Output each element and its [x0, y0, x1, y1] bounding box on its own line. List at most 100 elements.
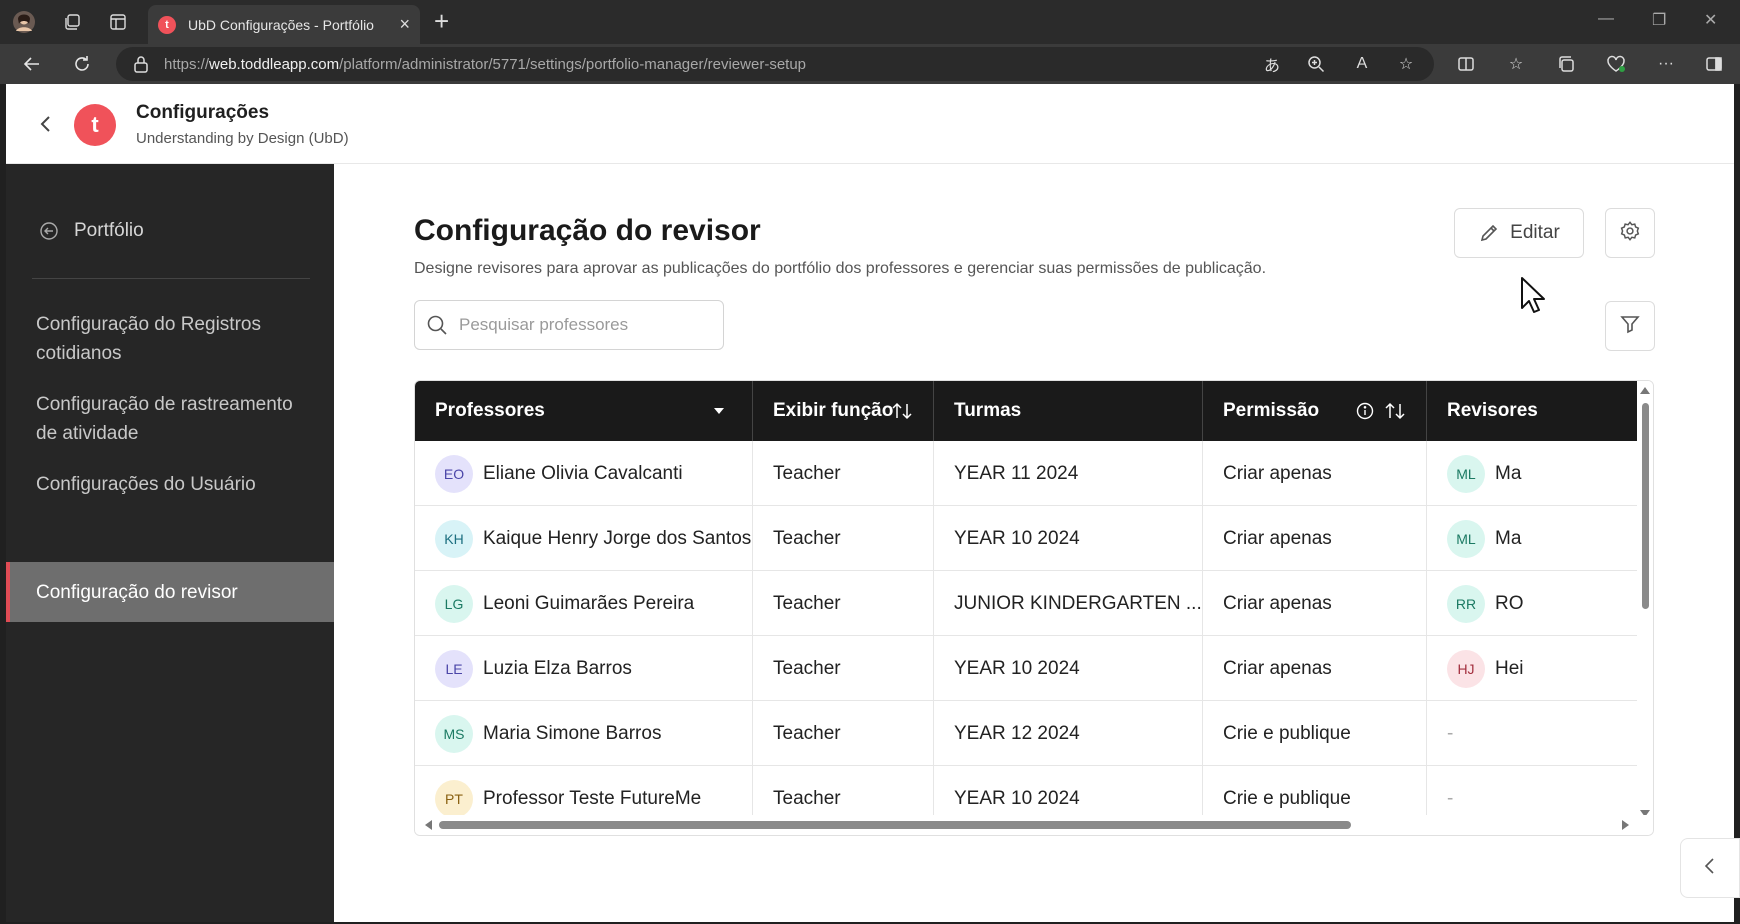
settings-button[interactable] — [1605, 208, 1655, 258]
sidebar-back-link[interactable]: Portfólio — [38, 220, 144, 242]
permission-label: Criar apenas — [1223, 592, 1332, 614]
scrollbar-thumb[interactable] — [1642, 403, 1649, 609]
search-box[interactable] — [414, 300, 724, 350]
cell-classes: YEAR 11 2024 — [934, 441, 1203, 506]
class-label: YEAR 11 2024 — [954, 462, 1079, 484]
more-icon[interactable]: ··· — [1654, 52, 1678, 76]
reviewer-table: Professores Exibir função Turmas Permiss… — [414, 380, 1654, 836]
sidebar-item-daily-records[interactable]: Configuração do Registros cotidianos — [6, 310, 334, 368]
sidebar-item-activity-tracking[interactable]: Configuração de rastreamento de atividad… — [6, 390, 334, 448]
back-arrow-icon[interactable] — [20, 52, 44, 76]
tab-actions-icon[interactable] — [106, 10, 130, 34]
browser-tab-bar: t UbD Configurações - Portfólio × + — ❐ … — [0, 0, 1740, 44]
plus-icon[interactable]: + — [434, 8, 449, 34]
scroll-up-icon[interactable] — [1640, 387, 1650, 394]
role-label: Teacher — [773, 592, 841, 614]
horizontal-scrollbar[interactable] — [415, 815, 1653, 835]
column-header-label: Professores — [435, 400, 545, 421]
avatar: LE — [435, 649, 473, 688]
reviewer-name: Ma — [1495, 462, 1522, 484]
scroll-right-icon[interactable] — [1622, 820, 1629, 830]
caret-down-icon[interactable] — [707, 399, 731, 423]
cell-role: Teacher — [753, 701, 934, 766]
sort-icon[interactable] — [890, 399, 914, 423]
refresh-icon[interactable] — [70, 52, 94, 76]
avatar: LG — [435, 584, 473, 623]
column-header-classes[interactable]: Turmas — [934, 381, 1203, 441]
page-title: Configuração do revisor — [414, 214, 761, 247]
zoom-icon[interactable] — [1304, 52, 1328, 76]
table-row[interactable]: LE Luzia Elza Barros Teacher YEAR 10 2024 Cr… — [415, 636, 1637, 701]
circle-arrow-left-icon — [38, 220, 60, 242]
column-header-role[interactable]: Exibir função — [753, 381, 934, 441]
scrollbar-thumb[interactable] — [439, 821, 1351, 829]
cell-permission: Criar apenas — [1203, 441, 1427, 506]
sidebar-item-reviewer-setup[interactable]: Configuração do revisor — [6, 562, 334, 622]
window-close-icon[interactable]: ✕ — [1704, 10, 1717, 30]
collections-icon[interactable] — [1554, 52, 1578, 76]
permission-label: Criar apenas — [1223, 462, 1332, 484]
table-row[interactable]: KH Kaique Henry Jorge dos Santos Teacher YE… — [415, 506, 1637, 571]
edit-button[interactable]: Editar — [1454, 208, 1584, 258]
sidebar-item-user-settings[interactable]: Configurações do Usuário — [6, 470, 334, 499]
read-aloud-icon[interactable]: A — [1350, 52, 1374, 76]
sidebar-icon[interactable] — [1702, 52, 1726, 76]
star-icon[interactable]: ☆ — [1394, 52, 1418, 76]
chevron-left-icon[interactable] — [34, 112, 58, 136]
role-label: Teacher — [773, 527, 841, 549]
vertical-scrollbar[interactable] — [1637, 381, 1653, 817]
cell-permission: Criar apenas — [1203, 636, 1427, 701]
cell-teacher: KH Kaique Henry Jorge dos Santos — [415, 506, 753, 571]
table-row[interactable]: EO Eliane Olivia Cavalcanti Teacher YEAR 11… — [415, 441, 1637, 506]
search-icon — [425, 313, 449, 337]
cell-reviewers: ML Ma — [1427, 506, 1637, 571]
close-icon[interactable]: × — [399, 14, 410, 35]
cell-reviewers: HJ Hei — [1427, 636, 1637, 701]
tab-title: UbD Configurações - Portfólio — [188, 16, 374, 33]
reviewer-name: Hei — [1495, 657, 1524, 679]
column-header-reviewers[interactable]: Revisores — [1427, 381, 1637, 441]
cell-reviewers: RR RO — [1427, 571, 1637, 636]
cell-classes: YEAR 12 2024 — [934, 701, 1203, 766]
lock-icon[interactable] — [130, 53, 152, 75]
teacher-name: Maria Simone Barros — [483, 722, 662, 744]
cell-role: Teacher — [753, 766, 934, 817]
class-label: YEAR 10 2024 — [954, 787, 1080, 809]
avatar: MS — [435, 714, 473, 753]
app-subtitle: Understanding by Design (UbD) — [136, 130, 349, 147]
browser-tab-active[interactable]: t UbD Configurações - Portfólio × — [148, 5, 420, 44]
restore-icon[interactable]: ❐ — [1652, 10, 1666, 30]
reviewer-name: RO — [1495, 592, 1524, 614]
table-row[interactable]: LG Leoni Guimarães Pereira Teacher JUNIOR K… — [415, 571, 1637, 636]
info-icon[interactable] — [1353, 399, 1377, 423]
page-description: Designe revisores para aprovar as public… — [414, 260, 1267, 277]
workspaces-icon[interactable] — [60, 10, 84, 34]
profile-avatar-icon[interactable] — [12, 10, 36, 34]
cell-teacher: PT Professor Teste FutureMe — [415, 766, 753, 817]
column-header-teachers[interactable]: Professores — [415, 381, 753, 441]
panel-toggle-button[interactable] — [1680, 838, 1740, 898]
filter-button[interactable] — [1605, 301, 1655, 351]
favorites-icon[interactable]: ☆ — [1504, 52, 1528, 76]
split-screen-icon[interactable] — [1454, 52, 1478, 76]
column-header-label: Turmas — [954, 400, 1022, 421]
column-header-permission[interactable]: Permissão — [1203, 381, 1427, 441]
health-icon[interactable] — [1604, 52, 1628, 76]
table-body: EO Eliane Olivia Cavalcanti Teacher YEAR 11… — [415, 441, 1637, 817]
translate-icon[interactable]: あ — [1260, 52, 1284, 76]
teacher-name: Luzia Elza Barros — [483, 657, 632, 679]
url-field[interactable]: https://web.toddleapp.com/platform/admin… — [116, 47, 1434, 81]
permission-label: Crie e publique — [1223, 722, 1351, 744]
cell-permission: Criar apenas — [1203, 571, 1427, 636]
avatar: HJ — [1447, 649, 1485, 688]
browser-address-bar: https://web.toddleapp.com/platform/admin… — [0, 44, 1740, 84]
table-row[interactable]: MS Maria Simone Barros Teacher YEAR 12 2024… — [415, 701, 1637, 766]
search-input[interactable] — [459, 315, 709, 335]
class-label: YEAR 10 2024 — [954, 657, 1080, 679]
scroll-left-icon[interactable] — [425, 820, 432, 830]
minimize-icon[interactable]: — — [1598, 10, 1614, 28]
cell-permission: Criar apenas — [1203, 506, 1427, 571]
table-row[interactable]: PT Professor Teste FutureMe Teacher YEAR 10… — [415, 766, 1637, 817]
divider — [32, 278, 310, 279]
sort-icon[interactable] — [1383, 399, 1407, 423]
